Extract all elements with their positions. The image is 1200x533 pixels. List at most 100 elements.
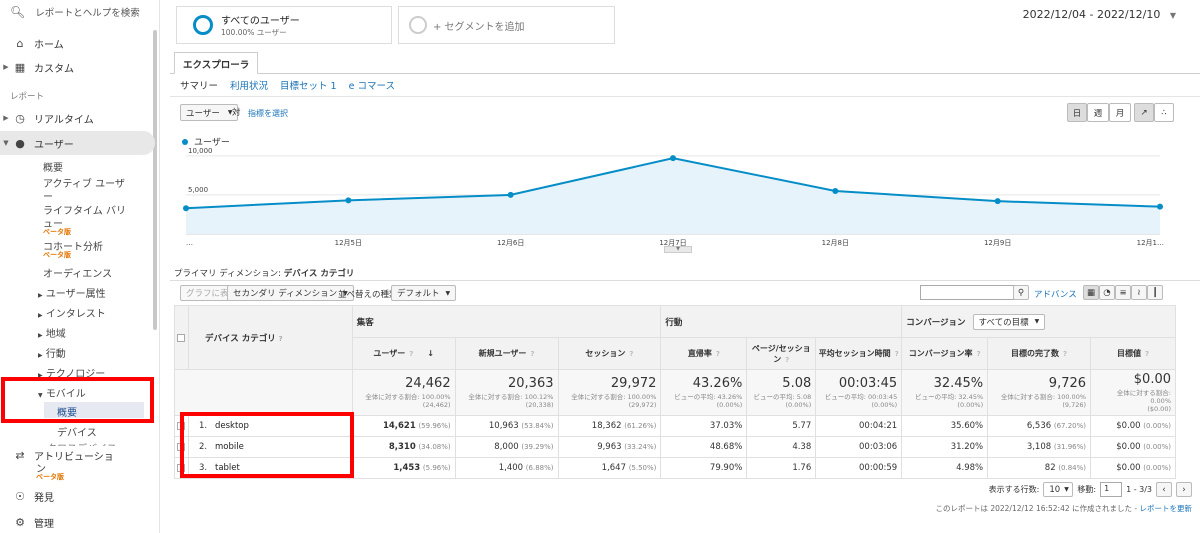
- performance-view-icon[interactable]: ≡: [1115, 285, 1131, 300]
- column-header[interactable]: 新規ユーザー?: [454, 337, 559, 370]
- column-header[interactable]: 目標値?: [1090, 337, 1176, 370]
- chart-resize-handle[interactable]: ▼: [664, 246, 692, 253]
- beta-badge: ベータ版: [36, 473, 64, 481]
- total-value: 32.45%: [933, 376, 984, 391]
- beta-badge: ベータ版: [43, 228, 71, 236]
- series-area: [186, 158, 1160, 234]
- divider: [170, 280, 1200, 281]
- period-week-button[interactable]: 週: [1087, 103, 1109, 122]
- column-header[interactable]: コンバージョン率?: [901, 337, 989, 370]
- sidebar-item-discover[interactable]: ☉ 発見: [0, 488, 155, 504]
- data-point[interactable]: [670, 155, 676, 162]
- line-chart-icon[interactable]: ↗: [1134, 103, 1154, 122]
- total-cell: 5.08 ビューの平均: 5.08 (0.00%): [746, 369, 817, 416]
- next-page-button[interactable]: ›: [1176, 482, 1192, 497]
- period-month-button[interactable]: 月: [1109, 103, 1131, 122]
- sidebar-search[interactable]: 🔍︎ レポートとヘルプを検索: [10, 4, 140, 20]
- caret-down-icon: ▼: [3, 139, 9, 147]
- nav-geo[interactable]: ▶ 地域: [38, 325, 66, 340]
- nav-active-users-cont: ー: [43, 192, 53, 203]
- caret-right-icon: ▶: [38, 352, 43, 359]
- row-cell: 37.03%: [660, 415, 748, 437]
- select-metric-link[interactable]: 指標を選択: [248, 108, 288, 119]
- subtab-goals[interactable]: 目標セット 1: [280, 78, 337, 92]
- nav-devices[interactable]: デバイス: [57, 424, 97, 439]
- total-value: 00:03:45: [838, 376, 898, 391]
- goal-select[interactable]: すべての目標 ▼: [972, 313, 1046, 330]
- caret-right-icon: ▶: [38, 292, 43, 299]
- add-segment-button[interactable]: + セグメントを追加: [398, 6, 615, 44]
- sidebar-item-custom[interactable]: ▶ ▦ カスタム: [0, 59, 155, 75]
- segment-all-users[interactable]: すべてのユーザー 100.00% ユーザー: [176, 6, 392, 44]
- total-sub2: (0.00%): [871, 401, 898, 409]
- nav-overview[interactable]: 概要: [43, 159, 63, 174]
- help-icon: ?: [530, 350, 535, 358]
- row-cell: 48.68%: [660, 436, 748, 458]
- subtab-ecommerce[interactable]: e コマース: [349, 78, 395, 92]
- nav-behavior[interactable]: ▶ 行動: [38, 345, 66, 360]
- metric-select[interactable]: ユーザー ▼: [180, 104, 239, 121]
- prev-page-button[interactable]: ‹: [1156, 482, 1172, 497]
- total-sub: ビューの平均: 32.45%: [915, 393, 984, 401]
- refresh-report-link[interactable]: レポートを更新: [1140, 504, 1193, 513]
- motion-chart-icon[interactable]: ∴: [1154, 103, 1174, 122]
- total-sub: 全体に対する割合: 100.00%: [1000, 393, 1087, 401]
- help-icon: ?: [894, 350, 899, 358]
- pivot-view-icon[interactable]: ┃: [1147, 285, 1163, 300]
- data-point[interactable]: [183, 205, 189, 212]
- nav-interest[interactable]: ▶ インタレスト: [38, 305, 106, 320]
- sidebar-item-users[interactable]: ▼ ● ユーザー: [0, 131, 155, 155]
- sidebar-scrollbar[interactable]: [153, 30, 157, 330]
- goto-page-input[interactable]: 1: [1100, 482, 1123, 497]
- nav-attributes[interactable]: ▶ ユーザー属性: [38, 285, 106, 300]
- total-cell: 24,462 全体に対する割合: 100.00% (24,462): [351, 369, 456, 416]
- select-all-checkbox[interactable]: [177, 333, 186, 342]
- x-tick-label: 12月6日: [497, 239, 524, 247]
- row-cell: 31.20%: [901, 436, 989, 458]
- advanced-link[interactable]: アドバンス: [1034, 288, 1077, 300]
- tab-explorer[interactable]: エクスプローラ: [174, 52, 259, 74]
- total-sub2: (20,338): [525, 401, 554, 409]
- search-icon[interactable]: ⚲: [1013, 285, 1029, 300]
- subtab-summary[interactable]: サマリー: [180, 78, 218, 92]
- dimension-header[interactable]: デバイス カテゴリ ?: [187, 305, 353, 370]
- nav-cross-device[interactable]: クロスデバイス: [47, 440, 117, 446]
- column-header[interactable]: セッション?: [557, 337, 662, 370]
- comparison-view-icon[interactable]: ≀: [1131, 285, 1147, 300]
- row-cell: 1,647 (5.50%): [557, 457, 662, 479]
- date-range-picker[interactable]: 2022/12/04 - 2022/12/10 ▼: [1023, 8, 1176, 21]
- column-header[interactable]: ユーザー? ↓: [351, 337, 456, 370]
- table-view-icon[interactable]: ▦: [1083, 285, 1099, 300]
- y-tick-label: 5,000: [188, 186, 208, 194]
- data-point[interactable]: [507, 191, 514, 198]
- data-point[interactable]: [1157, 203, 1163, 210]
- rows-per-page-select[interactable]: 10 ▼: [1043, 482, 1074, 497]
- subtab-usage[interactable]: 利用状況: [230, 78, 268, 92]
- sidebar-item-admin[interactable]: ⚙ 管理: [0, 514, 155, 530]
- pie-view-icon[interactable]: ◔: [1099, 285, 1115, 300]
- data-point[interactable]: [345, 197, 352, 204]
- sort-default-select[interactable]: デフォルト ▼: [391, 285, 457, 301]
- sidebar-item-attribution[interactable]: ⇄ アトリビューショ: [0, 447, 155, 463]
- data-point[interactable]: [994, 198, 1001, 205]
- help-icon: ?: [1063, 350, 1068, 358]
- total-sub: 全体に対する割合: 0.00%: [1116, 389, 1171, 405]
- row-cell: 79.90%: [660, 457, 748, 479]
- primary-dimension: プライマリ ディメンション: デバイス カテゴリ: [174, 269, 355, 279]
- primary-dimension-value[interactable]: デバイス カテゴリ: [284, 269, 355, 279]
- period-day-button[interactable]: 日: [1067, 103, 1087, 122]
- secondary-dimension-select[interactable]: セカンダリ ディメンション ▼: [227, 285, 354, 301]
- column-header[interactable]: ページ/セッション?: [746, 337, 817, 370]
- total-cell: 32.45% ビューの平均: 32.45% (0.00%): [901, 369, 989, 416]
- row-cell: 00:03:06: [815, 436, 903, 458]
- sidebar-item-home[interactable]: ⌂ ホーム: [0, 35, 155, 51]
- nav-audience[interactable]: オーディエンス: [43, 265, 112, 280]
- column-header[interactable]: 目標の完了数?: [987, 337, 1092, 370]
- nav-active-users[interactable]: アクティブ ユーザ: [43, 175, 125, 190]
- column-header[interactable]: 平均セッション時間?: [815, 337, 903, 370]
- column-header[interactable]: 直帰率?: [660, 337, 748, 370]
- total-cell: 20,363 全体に対する割合: 100.12% (20,338): [454, 369, 559, 416]
- sidebar-item-realtime[interactable]: ▶ ◷ リアルタイム: [0, 110, 155, 126]
- data-point[interactable]: [832, 188, 839, 194]
- table-search-input[interactable]: [920, 285, 1015, 300]
